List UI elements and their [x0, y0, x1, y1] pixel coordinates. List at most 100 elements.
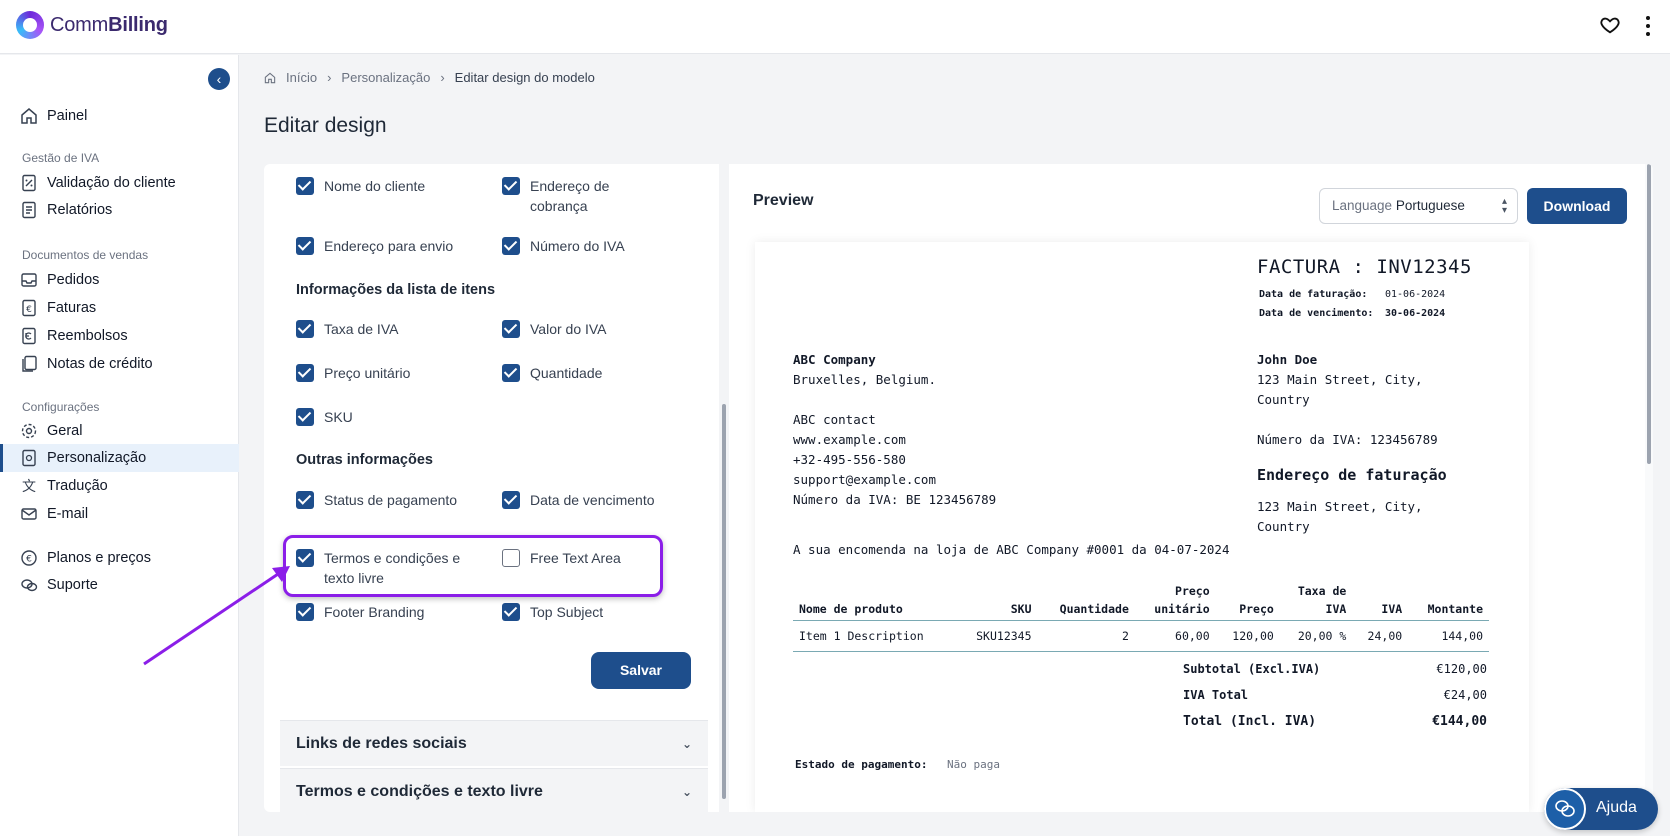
billing-address-line-1: 123 Main Street, City, [1257, 499, 1423, 514]
due-date: 30-06-2024 [1385, 308, 1446, 319]
app-logo[interactable]: CommBilling [16, 11, 168, 39]
checkbox-checked-icon[interactable] [296, 320, 314, 338]
checkbox-checked-icon[interactable] [502, 320, 520, 338]
select-arrows-icon: ▴ ▾ [1501, 196, 1507, 216]
sidebar-item-dashboard[interactable]: Painel [0, 102, 239, 130]
buyer-address-line-2: Country [1257, 392, 1310, 407]
column-header: Taxa de IVA [1279, 580, 1353, 621]
heart-icon[interactable] [1599, 14, 1621, 36]
mail-icon [21, 508, 37, 520]
sidebar-item-client-validation[interactable]: Validação do cliente [0, 169, 239, 197]
report-icon [22, 201, 36, 219]
logo-mark-icon [16, 11, 44, 39]
invoice-preview: FACTURA : INV12345 Data de faturação: 01… [755, 242, 1529, 812]
checkbox-checked-icon[interactable] [296, 177, 314, 195]
total-label: Total (Incl. IVA) [1183, 714, 1317, 729]
sidebar: ‹ Painel Gestão de IVA Validação do clie… [0, 55, 239, 836]
settings-panel: Nome do cliente Endereço de cobrança Ende… [264, 164, 727, 812]
checkbox-vat-rate[interactable]: Taxa de IVA [296, 319, 398, 339]
checkbox-checked-icon[interactable] [502, 364, 520, 382]
accordion-terms[interactable]: Termos e condições e texto livre ⌄ [280, 768, 708, 812]
breadcrumb-personalization[interactable]: Personalização [341, 70, 430, 85]
seller-phone: +32-495-556-580 [793, 452, 906, 467]
sidebar-item-general[interactable]: Geral [0, 417, 239, 445]
support-chat-icon [21, 579, 38, 592]
sidebar-item-label: Painel [47, 108, 88, 124]
checkbox-sku[interactable]: SKU [296, 407, 353, 427]
table-cell: 24,00 [1352, 620, 1409, 652]
refund-icon [22, 327, 36, 345]
download-button[interactable]: Download [1527, 188, 1627, 224]
euro-doc-icon: € [22, 299, 36, 317]
checkbox-vat-value[interactable]: Valor do IVA [502, 319, 607, 339]
save-button[interactable]: Salvar [591, 652, 691, 689]
seller-vat: Número da IVA: BE 123456789 [793, 492, 997, 507]
sidebar-item-label: Validação do cliente [47, 175, 176, 191]
preview-scrollbar-thumb[interactable] [1647, 164, 1651, 464]
section-title-items: Informações da lista de itens [296, 282, 496, 298]
section-label-vat: Gestão de IVA [22, 151, 100, 165]
column-header: Preço unitário [1134, 580, 1216, 621]
checkbox-quantity[interactable]: Quantidade [502, 363, 602, 383]
chevron-left-icon[interactable]: ‹ [208, 68, 230, 90]
checkbox-customer-name[interactable]: Nome do cliente [296, 176, 425, 196]
top-bar: CommBilling [0, 0, 1670, 54]
sidebar-item-email[interactable]: E-mail [0, 500, 239, 528]
breadcrumb-home[interactable]: Início [286, 70, 317, 85]
checkbox-billing-address[interactable]: Endereço de cobrança [502, 176, 609, 216]
help-button[interactable]: Ajuda [1544, 788, 1658, 830]
sidebar-item-label: Geral [47, 423, 83, 439]
sidebar-item-reports[interactable]: Relatórios [0, 196, 239, 224]
sidebar-item-label: Reembolsos [47, 328, 128, 344]
chevron-right-icon: › [440, 70, 445, 85]
euro-circle-icon: € [21, 550, 37, 566]
accordion-social-links[interactable]: Links de redes sociais ⌄ [280, 720, 708, 766]
sidebar-item-orders[interactable]: Pedidos [0, 266, 239, 294]
seller-email: support@example.com [793, 472, 936, 487]
invoice-date-label: Data de faturação: [1259, 289, 1368, 300]
scrollbar-thumb[interactable] [722, 404, 726, 799]
sidebar-item-invoices[interactable]: € Faturas [0, 294, 239, 322]
language-select[interactable]: Language Portuguese ▴ ▾ [1319, 188, 1518, 224]
checkbox-checked-icon[interactable] [502, 603, 520, 621]
sidebar-item-personalization[interactable]: Personalização [0, 444, 239, 472]
checkbox-footer-branding[interactable]: Footer Branding [296, 602, 424, 622]
checkbox-due-date[interactable]: Data de vencimento [502, 490, 655, 510]
percent-doc-icon [22, 174, 36, 192]
checkbox-checked-icon[interactable] [296, 408, 314, 426]
column-header: SKU [956, 580, 1038, 621]
total-value: €144,00 [1432, 714, 1487, 729]
column-header: Montante [1408, 580, 1489, 621]
checkbox-top-subject[interactable]: Top Subject [502, 602, 603, 622]
sidebar-item-refunds[interactable]: Reembolsos [0, 322, 239, 350]
checkbox-vat-number[interactable]: Número do IVA [502, 236, 625, 256]
items-table: Nome de produto SKU Quantidade Preço unit… [793, 580, 1489, 652]
checkbox-checked-icon[interactable] [296, 237, 314, 255]
chat-icon [1544, 788, 1586, 830]
seller-name: ABC Company [793, 352, 876, 367]
home-icon [21, 108, 37, 124]
chevron-right-icon: › [327, 70, 332, 85]
annotation-highlight-box [283, 535, 663, 597]
sidebar-item-translation[interactable]: 文 Tradução [0, 472, 239, 500]
billing-address-line-2: Country [1257, 519, 1310, 534]
section-label-sales: Documentos de vendas [22, 248, 149, 262]
subtotal-value: €120,00 [1436, 662, 1487, 676]
kebab-icon[interactable] [1645, 15, 1651, 37]
checkbox-checked-icon[interactable] [502, 491, 520, 509]
payment-status-value: Não paga [947, 758, 1000, 771]
brand-name: CommBilling [50, 13, 168, 36]
checkbox-checked-icon[interactable] [502, 177, 520, 195]
checkbox-unit-price[interactable]: Preço unitário [296, 363, 410, 383]
checkbox-checked-icon[interactable] [296, 364, 314, 382]
checkbox-payment-status[interactable]: Status de pagamento [296, 490, 457, 510]
sidebar-item-label: Relatórios [47, 202, 113, 218]
checkbox-shipping-address[interactable]: Endereço para envio [296, 236, 453, 256]
sidebar-item-credit-notes[interactable]: Notas de crédito [0, 350, 239, 378]
table-row: Item 1 Description SKU12345 2 60,00 120,… [793, 620, 1489, 652]
payment-status-label: Estado de pagamento: [795, 758, 928, 771]
checkbox-checked-icon[interactable] [296, 491, 314, 509]
checkbox-checked-icon[interactable] [502, 237, 520, 255]
svg-text:€: € [26, 555, 32, 565]
sidebar-item-label: Notas de crédito [47, 356, 153, 372]
